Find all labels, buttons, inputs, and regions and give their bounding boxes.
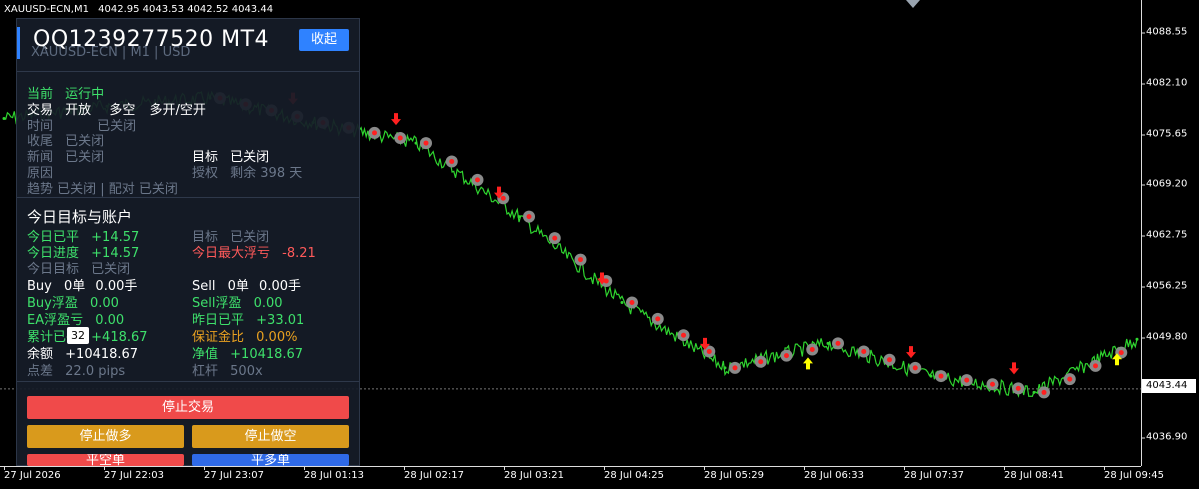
spread-row: 点差 22.0 pips bbox=[27, 360, 125, 379]
price-point bbox=[517, 215, 521, 219]
license-key: 授权 bbox=[192, 166, 219, 181]
current-price-tag: 4043.44 bbox=[1142, 379, 1196, 393]
x-tick-label: 28 Jul 08:41 bbox=[1004, 466, 1064, 481]
divider bbox=[17, 197, 359, 198]
ohlc-values: 4042.95 4043.53 4042.52 4043.44 bbox=[98, 4, 274, 15]
close-short-button[interactable]: 平空单 bbox=[27, 454, 184, 466]
price-point bbox=[414, 141, 418, 145]
x-tick-label: 28 Jul 04:25 bbox=[604, 466, 664, 481]
accent-bar bbox=[17, 27, 20, 59]
price-point bbox=[826, 341, 830, 345]
price-point bbox=[1135, 337, 1139, 341]
trade-mode: 多开/空开 bbox=[149, 103, 206, 118]
max-float-key: 今日最大浮亏 bbox=[192, 246, 271, 261]
section-title: 今日目标与账户 bbox=[27, 208, 133, 226]
x-tick-label: 28 Jul 02:17 bbox=[404, 466, 464, 481]
close-long-button[interactable]: 平多单 bbox=[192, 454, 349, 466]
price-point bbox=[929, 374, 933, 378]
y-tick-label: 4056.25 bbox=[1140, 280, 1188, 292]
y-tick-label: 4082.10 bbox=[1140, 77, 1188, 89]
leverage-row: 杠杆 500x bbox=[192, 360, 263, 379]
ea-panel: QQ1239277520 MT4 收起 XAUUSD-ECN | M1 | US… bbox=[16, 18, 360, 466]
divider bbox=[17, 381, 359, 382]
price-point bbox=[620, 300, 624, 304]
symbol-header: XAUUSD-ECN,M1 4042.95 4043.53 4042.52 40… bbox=[4, 4, 273, 15]
time-axis[interactable]: 27 Jul 2026 27 Jul 22:03 27 Jul 23:07 28 Ju… bbox=[0, 466, 1164, 489]
x-tick-label: 27 Jul 23:07 bbox=[204, 466, 264, 481]
collapse-button[interactable]: 收起 bbox=[299, 29, 349, 51]
license-row: 授权 剩余 398 天 bbox=[192, 162, 302, 181]
price-point bbox=[1032, 390, 1036, 394]
stop-trade-button[interactable]: 停止交易 bbox=[27, 396, 349, 419]
y-tick-label: 4069.20 bbox=[1140, 178, 1188, 190]
symbol-label: XAUUSD-ECN,M1 bbox=[4, 4, 89, 15]
x-tick-label: 28 Jul 05:29 bbox=[704, 466, 764, 481]
price-axis[interactable]: 4088.55 4082.10 4075.65 4069.20 4062.75 4056.… bbox=[1140, 0, 1199, 466]
y-tick-label: 4075.65 bbox=[1140, 128, 1188, 140]
hover-tooltip: 32 bbox=[67, 327, 89, 344]
x-tick-label: 27 Jul 2026 bbox=[4, 466, 61, 481]
leverage-value: 500x bbox=[230, 364, 263, 379]
x-tick-label: 28 Jul 03:21 bbox=[504, 466, 564, 481]
news-value: 已关闭 bbox=[65, 150, 105, 165]
y-tick-label: 4036.90 bbox=[1140, 431, 1188, 443]
x-tick-label: 28 Jul 09:45 bbox=[1104, 466, 1164, 481]
stop-short-button[interactable]: 停止做空 bbox=[192, 425, 349, 448]
y-tick-label: 4062.75 bbox=[1140, 229, 1188, 241]
max-float-row: 今日最大浮亏 -8.21 bbox=[192, 242, 316, 261]
license-value: 剩余 398 天 bbox=[230, 166, 303, 181]
trend-row: 趋势 已关闭 | 配对 已关闭 bbox=[27, 182, 178, 197]
max-float-value: -8.21 bbox=[282, 246, 316, 261]
scroll-marker-icon[interactable] bbox=[906, 0, 920, 8]
x-tick-label: 28 Jul 07:37 bbox=[904, 466, 964, 481]
y-tick-label: 4049.80 bbox=[1140, 331, 1188, 343]
symbol-info: XAUUSD-ECN | M1 | USD bbox=[31, 45, 191, 60]
leverage-key: 杠杆 bbox=[192, 364, 219, 379]
x-tick-label: 28 Jul 01:13 bbox=[304, 466, 364, 481]
spread-value: 22.0 pips bbox=[65, 364, 126, 379]
divider bbox=[17, 71, 359, 72]
stop-long-button[interactable]: 停止做多 bbox=[27, 425, 184, 448]
x-tick-label: 28 Jul 06:33 bbox=[804, 466, 864, 481]
x-tick-label: 27 Jul 22:03 bbox=[104, 466, 164, 481]
spread-key: 点差 bbox=[27, 364, 54, 379]
price-point bbox=[723, 366, 727, 370]
y-tick-label: 4088.55 bbox=[1140, 26, 1188, 38]
price-point bbox=[2, 117, 6, 121]
